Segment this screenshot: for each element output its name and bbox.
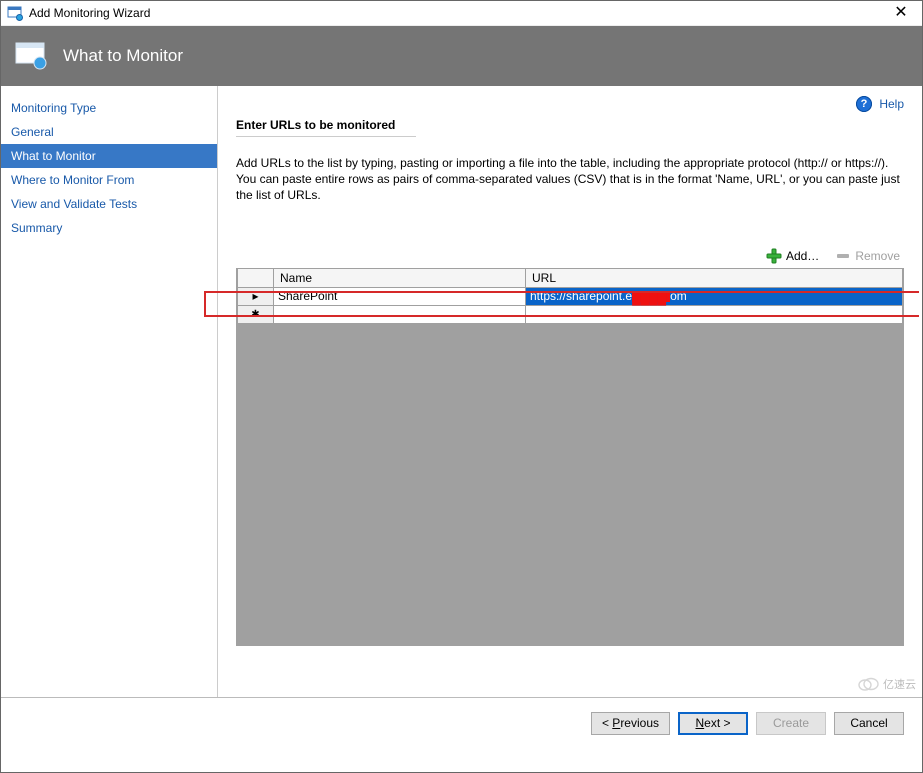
section-title: Enter URLs to be monitored <box>236 118 904 132</box>
wizard-content: ? Help Enter URLs to be monitored Add UR… <box>218 86 922 697</box>
previous-button[interactable]: < PPreviousrevious <box>591 712 670 735</box>
row-handle-icon[interactable]: ▸ <box>238 287 274 305</box>
grid-col-url[interactable]: URL <box>526 269 903 288</box>
help-area: ? Help <box>236 96 904 112</box>
add-button[interactable]: Add… <box>766 248 819 264</box>
create-button: Create <box>756 712 826 735</box>
remove-button: Remove <box>835 248 900 264</box>
close-icon[interactable]: ✕ <box>884 1 918 26</box>
grid-toolbar: Add… Remove <box>236 248 904 264</box>
nav-general[interactable]: General <box>1 120 217 144</box>
row-handle-new-icon[interactable]: ✱ <box>238 305 274 323</box>
wizard-nav: Monitoring Type General What to Monitor … <box>1 86 218 697</box>
url-grid[interactable]: Name URL ▸ SharePoint https://sharepoint… <box>236 268 904 646</box>
title-bar: Add Monitoring Wizard ✕ <box>1 1 922 26</box>
grid-cell-url[interactable]: https://sharepoint.e████om <box>526 287 903 305</box>
grid-handle-header <box>238 269 274 288</box>
nav-view-validate-tests[interactable]: View and Validate Tests <box>1 192 217 216</box>
wizard-header: What to Monitor <box>1 26 922 86</box>
wizard-step-title: What to Monitor <box>63 46 183 66</box>
monitor-icon <box>15 42 47 70</box>
nav-monitoring-type[interactable]: Monitoring Type <box>1 96 217 120</box>
window-title: Add Monitoring Wizard <box>29 6 884 20</box>
grid-row-new[interactable]: ✱ <box>238 305 903 323</box>
plus-icon <box>766 248 782 264</box>
grid-cell-url-empty[interactable] <box>526 305 903 323</box>
add-label: Add… <box>786 249 819 263</box>
redacted-segment: ████ <box>632 291 670 302</box>
grid-cell-name[interactable]: SharePoint <box>274 287 526 305</box>
section-rule <box>236 136 416 137</box>
app-icon <box>7 5 23 21</box>
grid-cell-name-empty[interactable] <box>274 305 526 323</box>
wizard-footer: < PPreviousrevious Next >Next > Create C… <box>1 698 922 748</box>
minus-icon <box>835 248 851 264</box>
grid-col-name[interactable]: Name <box>274 269 526 288</box>
remove-label: Remove <box>855 249 900 263</box>
next-button[interactable]: Next >Next > <box>678 712 748 735</box>
help-link[interactable]: Help <box>879 97 904 111</box>
nav-summary[interactable]: Summary <box>1 216 217 240</box>
help-icon[interactable]: ? <box>856 96 872 112</box>
section-description: Add URLs to the list by typing, pasting … <box>236 155 904 204</box>
nav-what-to-monitor[interactable]: What to Monitor <box>1 144 217 168</box>
cancel-button[interactable]: Cancel <box>834 712 904 735</box>
nav-where-to-monitor-from[interactable]: Where to Monitor From <box>1 168 217 192</box>
grid-row[interactable]: ▸ SharePoint https://sharepoint.e████om <box>238 287 903 305</box>
